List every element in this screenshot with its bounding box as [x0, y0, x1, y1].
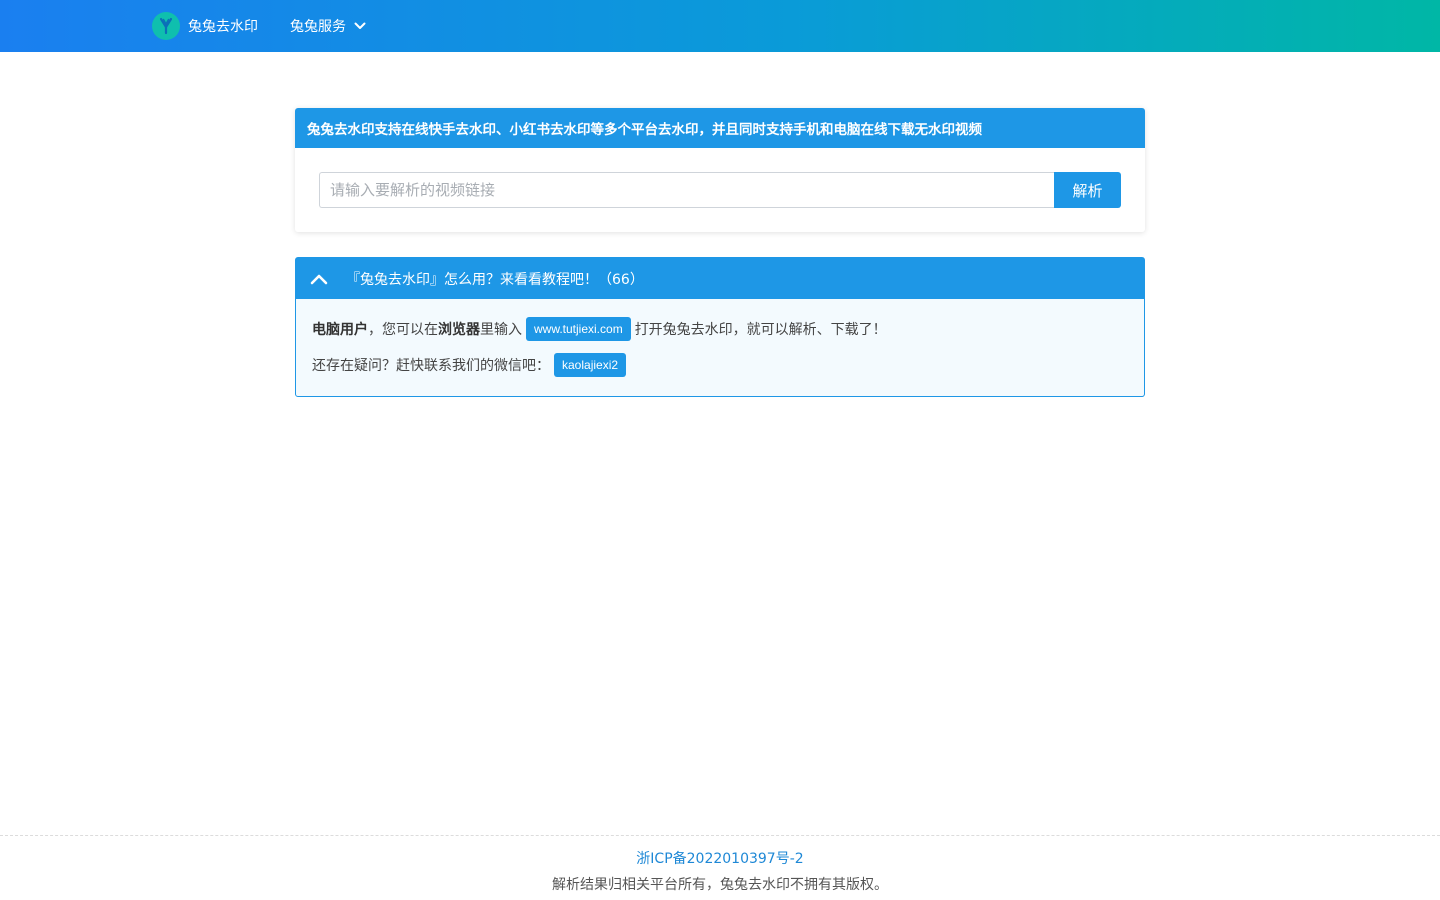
footer: 浙ICP备2022010397号-2 解析结果归相关平台所有，兔兔去水印不拥有其…: [0, 835, 1440, 900]
tutorial-text: ，您可以在: [368, 322, 438, 338]
top-navbar: 兔兔去水印 兔兔服务: [0, 0, 1440, 52]
copyright-text: 解析结果归相关平台所有，兔兔去水印不拥有其版权。: [552, 877, 888, 893]
tutorial-panel: 『兔兔去水印』怎么用？来看看教程吧！（66） 电脑用户 ，您可以在 浏览器 里输…: [295, 257, 1145, 397]
icp-link[interactable]: 浙ICP备2022010397号-2: [0, 848, 1440, 868]
chevron-down-icon: [354, 22, 366, 30]
brand-label: 兔兔去水印: [188, 19, 258, 35]
wechat-id-tag[interactable]: kaolajiexi2: [554, 353, 627, 377]
rabbit-logo-icon: [152, 12, 180, 40]
video-link-input[interactable]: [319, 172, 1054, 208]
tutorial-panel-title: 『兔兔去水印』怎么用？来看看教程吧！（66）: [346, 271, 644, 288]
chevron-up-icon[interactable]: [310, 273, 328, 285]
services-menu[interactable]: 兔兔服务: [290, 12, 366, 40]
tutorial-line-contact: 还存在疑问？赶快联系我们的微信吧： kaolajiexi2: [312, 347, 1128, 383]
tutorial-line-desktop: 电脑用户 ，您可以在 浏览器 里输入 www.tutjiexi.com 打开兔兔…: [312, 311, 1128, 347]
services-menu-label: 兔兔服务: [290, 19, 346, 35]
tutorial-panel-header[interactable]: 『兔兔去水印』怎么用？来看看教程吧！（66）: [296, 258, 1144, 299]
desktop-user-label: 电脑用户: [312, 322, 368, 338]
site-url-tag[interactable]: www.tutjiexi.com: [526, 317, 631, 341]
browser-label: 浏览器: [438, 322, 480, 338]
parse-button[interactable]: 解析: [1054, 172, 1121, 208]
tutorial-text: 打开兔兔去水印，就可以解析、下载了！: [634, 322, 887, 338]
parse-panel-title: 兔兔去水印支持在线快手去水印、小红书去水印等多个平台去水印，并且同时支持手机和电…: [295, 108, 1145, 148]
tutorial-text: 里输入: [480, 322, 522, 338]
parse-form: 解析: [319, 172, 1121, 208]
contact-text: 还存在疑问？赶快联系我们的微信吧：: [312, 358, 550, 374]
tutorial-panel-body: 电脑用户 ，您可以在 浏览器 里输入 www.tutjiexi.com 打开兔兔…: [296, 299, 1144, 383]
brand-link[interactable]: 兔兔去水印: [152, 12, 258, 40]
parse-panel: 兔兔去水印支持在线快手去水印、小红书去水印等多个平台去水印，并且同时支持手机和电…: [295, 108, 1145, 232]
